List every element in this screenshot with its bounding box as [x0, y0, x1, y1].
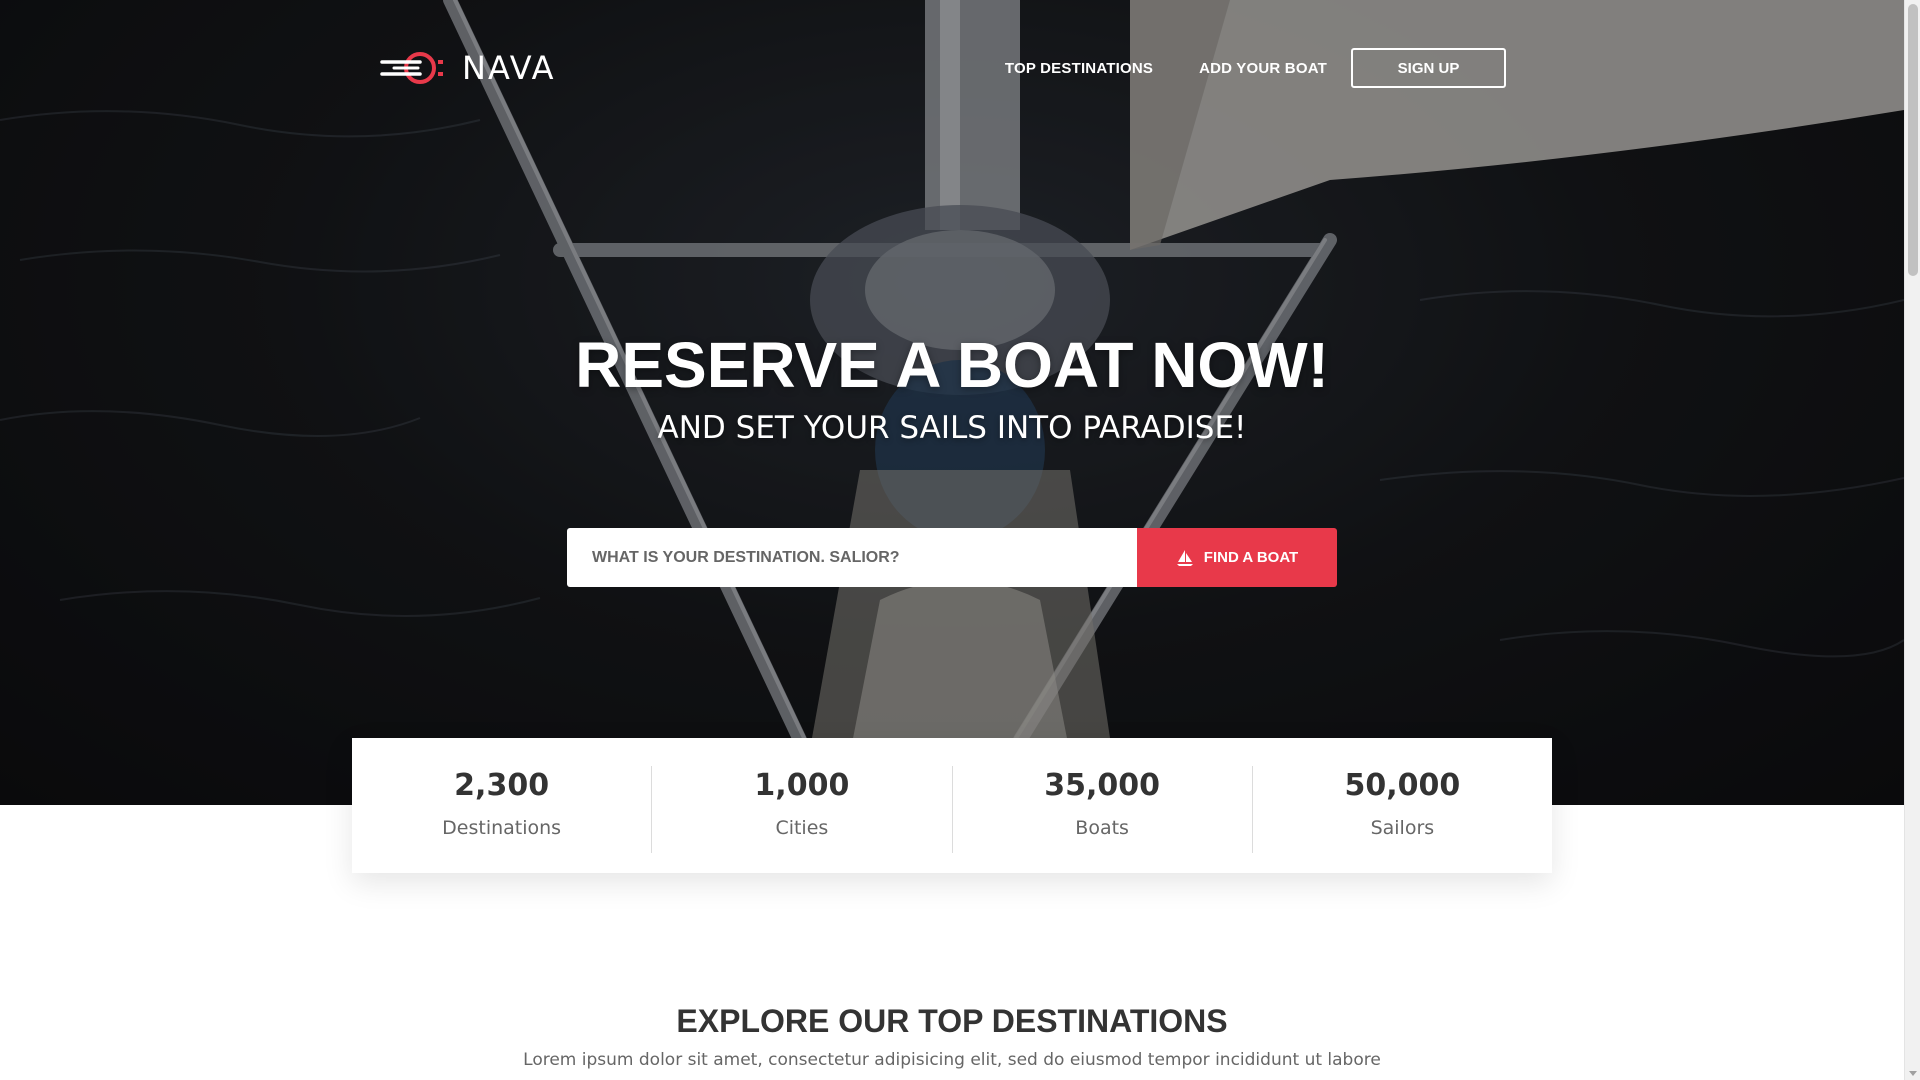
- stat-destinations: 2,300 Destinations: [352, 766, 653, 853]
- hero-section: NAVA TOP DESTINATIONS ADD YOUR BOAT SIGN…: [0, 0, 1904, 805]
- stat-value: 1,000: [754, 768, 850, 803]
- stat-value: 2,300: [454, 768, 550, 803]
- stat-value: 35,000: [1044, 768, 1161, 803]
- sign-up-button[interactable]: SIGN UP: [1351, 48, 1506, 88]
- hero-headline: RESERVE A BOAT NOW!: [575, 329, 1329, 401]
- stat-boats: 35,000 Boats: [953, 766, 1253, 853]
- nava-logo-icon: [380, 52, 443, 84]
- destination-search-bar: FIND A BOAT: [567, 528, 1337, 587]
- explore-section-title: EXPLORE OUR TOP DESTINATIONS: [676, 1003, 1228, 1039]
- nav-link-add-your-boat[interactable]: ADD YOUR BOAT: [1199, 60, 1327, 77]
- stat-value: 50,000: [1344, 768, 1461, 803]
- page-scrollbar[interactable]: [1904, 0, 1920, 1080]
- find-a-boat-label: FIND A BOAT: [1203, 549, 1299, 566]
- stat-label: Destinations: [442, 817, 562, 839]
- landing-page: NAVA TOP DESTINATIONS ADD YOUR BOAT SIGN…: [0, 0, 1920, 1080]
- brand-name: NAVA: [462, 49, 556, 87]
- sailboat-icon: [1176, 549, 1193, 566]
- brand-logo[interactable]: NAVA: [380, 46, 556, 90]
- hero-subheadline: AND SET YOUR SAILS INTO PARADISE!: [657, 410, 1247, 446]
- stat-label: Boats: [1075, 817, 1129, 839]
- stat-label: Sailors: [1370, 817, 1435, 839]
- hero-overlay: [0, 0, 1904, 805]
- find-a-boat-button[interactable]: FIND A BOAT: [1137, 528, 1337, 587]
- top-navigation: TOP DESTINATIONS ADD YOUR BOAT SIGN UP: [1005, 48, 1506, 88]
- stat-cities: 1,000 Cities: [652, 766, 953, 853]
- stats-panel: 2,300 Destinations 1,000 Cities 35,000 B…: [352, 738, 1552, 873]
- stat-sailors: 50,000 Sailors: [1253, 766, 1552, 853]
- explore-section-description: Lorem ipsum dolor sit amet, consectetur …: [523, 1050, 1381, 1070]
- scrollbar-thumb[interactable]: [1908, 4, 1918, 276]
- scroll-down-arrow-icon[interactable]: [1909, 1071, 1917, 1076]
- stat-label: Cities: [775, 817, 829, 839]
- destination-search-input[interactable]: [567, 528, 1137, 587]
- nav-link-top-destinations[interactable]: TOP DESTINATIONS: [1005, 60, 1153, 77]
